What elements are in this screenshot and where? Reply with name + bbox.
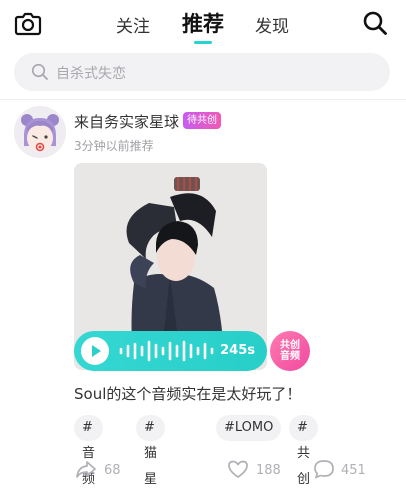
heart-icon[interactable]	[226, 457, 250, 481]
waveform-icon	[119, 340, 214, 362]
avatar-illustration	[14, 106, 66, 158]
status-badge: 待共创	[183, 112, 221, 129]
search-placeholder: 自杀式失恋	[56, 66, 126, 82]
feed-tabs: 关注 推荐 发现	[110, 8, 300, 44]
play-button[interactable]	[81, 337, 109, 365]
top-bar: 关注 推荐 发现	[0, 0, 406, 48]
tab-discover[interactable]: 发现	[255, 12, 289, 37]
tag-cocreate[interactable]: #共创	[289, 415, 318, 487]
audio-player[interactable]: 245s	[74, 331, 267, 371]
comment-icon[interactable]	[312, 457, 336, 481]
cocreate-label-line1: 共创	[280, 340, 300, 351]
share-icon[interactable]	[74, 457, 98, 481]
post-actions: 68 188 451	[0, 455, 406, 485]
like-count: 188	[256, 463, 281, 478]
search-bar[interactable]: 自杀式失恋	[14, 53, 390, 91]
tag-lomo[interactable]: #LOMO	[216, 415, 282, 441]
comment-count: 451	[341, 463, 366, 478]
camera-icon[interactable]	[14, 10, 42, 36]
search-icon	[31, 63, 48, 80]
post-text: Soul的这个音频实在是太好玩了！	[74, 385, 302, 403]
tag-cat-people[interactable]: #猫星人	[136, 415, 165, 487]
play-icon	[92, 345, 101, 357]
tab-following[interactable]: 关注	[116, 12, 150, 37]
tag-audio[interactable]: #音频	[74, 415, 103, 487]
avatar[interactable]	[14, 106, 66, 158]
tab-recommended[interactable]: 推荐	[182, 8, 224, 38]
audio-duration: 245s	[220, 343, 255, 358]
cocreate-label-line2: 音频	[280, 351, 300, 362]
search-icon[interactable]	[362, 10, 388, 36]
active-tab-indicator	[194, 41, 212, 44]
post-time: 3分钟以前推荐	[74, 139, 154, 153]
divider	[0, 99, 406, 100]
share-count: 68	[104, 463, 121, 478]
author-name[interactable]: 来自务实家星球	[74, 111, 179, 132]
cocreate-audio-button[interactable]: 共创 音频	[270, 331, 310, 371]
